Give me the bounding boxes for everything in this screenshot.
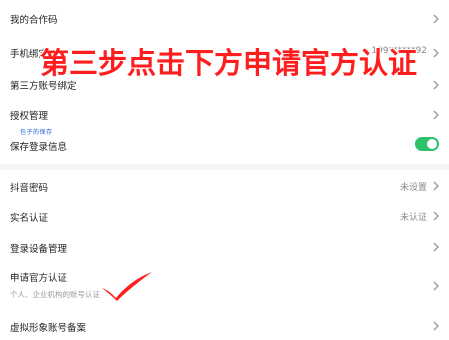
douyin-password-label: 抖音密码	[10, 183, 49, 194]
chevron-right-icon	[431, 14, 441, 24]
chevron-right-icon	[431, 321, 441, 331]
official-cert-subtitle: 个人、企业机构的账号认证	[10, 290, 100, 299]
row-save-login-info: 保存登录信息	[0, 128, 449, 162]
save-login-toggle[interactable]	[415, 137, 439, 151]
chevron-right-icon	[431, 242, 441, 252]
row-coop-code[interactable]: 我的合作码	[0, 0, 449, 38]
chevron-right-icon	[431, 211, 441, 221]
checkmark-icon	[102, 272, 152, 301]
row-auth-manage[interactable]: 授权管理	[0, 100, 449, 128]
coop-code-label: 我的合作码	[10, 15, 58, 26]
device-manage-label: 登录设备管理	[10, 244, 68, 255]
row-device-manage[interactable]: 登录设备管理	[0, 232, 449, 260]
save-login-label: 保存登录信息	[10, 142, 68, 153]
row-virtual-avatar-filing[interactable]: 虚拟形象账号备案	[0, 312, 449, 340]
chevron-right-icon	[431, 48, 441, 58]
official-cert-label: 申请官方认证	[10, 273, 68, 284]
chevron-right-icon	[431, 110, 441, 120]
real-name-value: 未认证	[399, 213, 427, 223]
toggle-knob	[427, 139, 437, 149]
chevron-right-icon	[431, 181, 441, 191]
chevron-right-icon	[431, 281, 441, 291]
virtual-avatar-label: 虚拟形象账号备案	[10, 323, 87, 334]
douyin-password-value: 未设置	[399, 183, 427, 193]
row-official-certification[interactable]: 申请官方认证 个人、企业机构的账号认证	[0, 262, 449, 310]
tutorial-step-title: 第三步点击下方申请官方认证	[40, 46, 418, 80]
auth-manage-label: 授权管理	[10, 111, 49, 122]
row-douyin-password[interactable]: 抖音密码 未设置	[0, 170, 449, 200]
chevron-right-icon	[431, 80, 441, 90]
row-real-name-auth[interactable]: 实名认证 未认证	[0, 200, 449, 232]
real-name-label: 实名认证	[10, 213, 49, 224]
